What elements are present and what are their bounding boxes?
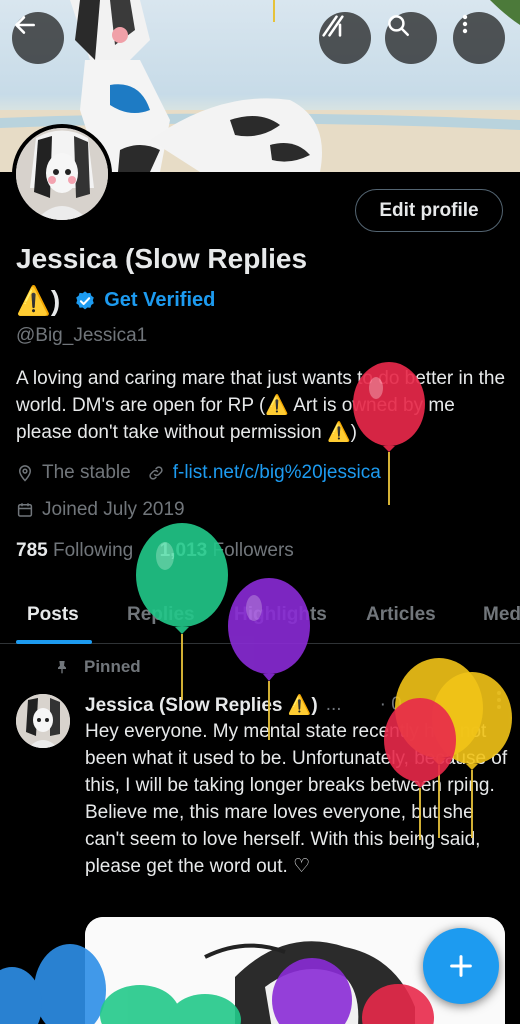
plus-icon xyxy=(450,955,472,977)
display-name-continued: ⚠️ ) Get Verified xyxy=(16,284,215,317)
post-author-name[interactable]: Jessica (Slow Replies ⚠️) xyxy=(85,693,318,717)
post-body: Hey everyone. My mental state recently h… xyxy=(85,721,508,877)
back-button[interactable] xyxy=(12,12,64,64)
followers-count: 1,013 xyxy=(159,540,208,561)
following-label: Following xyxy=(52,540,134,561)
display-name-paren: ) xyxy=(50,284,61,316)
user-handle: @Big_Jessica1 xyxy=(16,325,148,346)
avatar-artwork xyxy=(16,128,108,220)
tab-highlights[interactable]: Highlights xyxy=(234,604,327,626)
vertical-ellipsis-icon xyxy=(462,14,468,34)
following-link[interactable]: 785 Following xyxy=(16,540,133,561)
post-more-icon xyxy=(497,691,501,709)
more-button[interactable] xyxy=(453,12,505,64)
profile-avatar[interactable] xyxy=(12,124,112,224)
followers-link[interactable]: 1,013 Followers xyxy=(160,540,294,561)
pinned-label-row: Pinned xyxy=(54,657,141,677)
location-row: The stable f-list.net/c/big%20jessica xyxy=(16,462,381,484)
display-name: Jessica (Slow Replies xyxy=(16,243,308,274)
warning-emoji-icon: ⚠️ xyxy=(16,285,51,316)
post-timestamp[interactable]: · 0 xyxy=(380,694,402,716)
calendar-icon xyxy=(17,503,33,517)
profile-bio: A loving and caring mare that just wants… xyxy=(16,368,506,443)
following-count: 785 xyxy=(16,540,48,561)
search-icon xyxy=(388,15,409,36)
post-more-button[interactable] xyxy=(496,690,502,716)
post-author-avatar[interactable] xyxy=(16,694,70,748)
follow-stats: 785 Following 1,013 Followers xyxy=(16,540,294,562)
post-header: Jessica (Slow Replies ⚠️) ... · 0 xyxy=(85,693,402,717)
tab-posts[interactable]: Posts xyxy=(27,604,79,626)
post-avatar-artwork xyxy=(16,694,70,748)
location-pin-icon xyxy=(18,465,32,482)
verified-badge-icon[interactable] xyxy=(74,290,96,312)
arrow-left-icon xyxy=(15,16,35,34)
pinned-label: Pinned xyxy=(84,657,141,676)
location-text: The stable xyxy=(42,462,131,483)
profile-tabs: Posts Replies Highlights Articles Med xyxy=(0,590,520,644)
followers-label: Followers xyxy=(212,540,294,561)
author-truncation: ... xyxy=(325,694,342,715)
tab-replies[interactable]: Replies xyxy=(127,604,195,626)
tab-media[interactable]: Med xyxy=(483,604,520,626)
compose-post-button[interactable] xyxy=(423,928,499,1004)
tab-articles[interactable]: Articles xyxy=(366,604,436,626)
search-button[interactable] xyxy=(385,12,437,64)
website-link[interactable]: f-list.net/c/big%20jessica xyxy=(173,462,381,484)
joined-row: Joined July 2019 xyxy=(16,499,185,521)
get-verified-link[interactable]: Get Verified xyxy=(104,289,215,312)
link-icon xyxy=(149,466,163,480)
grok-icon xyxy=(322,15,344,37)
joined-text: Joined July 2019 xyxy=(42,499,185,520)
grok-button[interactable] xyxy=(319,12,371,64)
active-tab-indicator xyxy=(16,640,92,644)
edit-profile-button[interactable]: Edit profile xyxy=(355,189,503,232)
pin-icon xyxy=(58,661,66,674)
